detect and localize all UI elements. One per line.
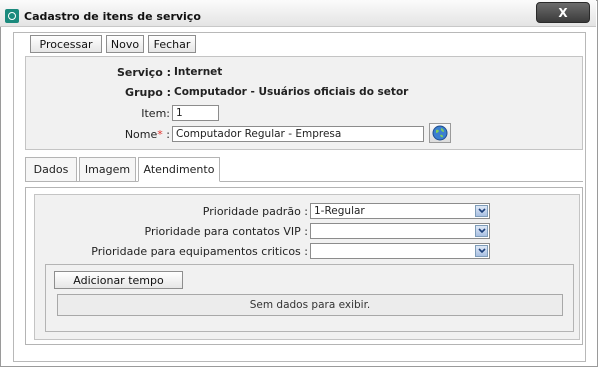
- chevron-down-icon: [475, 225, 488, 237]
- tab-atendimento[interactable]: Atendimento: [138, 157, 220, 182]
- process-button[interactable]: Processar: [30, 35, 102, 53]
- critical-priority-label: Prioridade para equipamentos criticos :: [91, 245, 308, 258]
- chevron-down-icon: [475, 245, 488, 257]
- vip-priority-label: Prioridade para contatos VIP :: [144, 225, 308, 238]
- name-label: Nome: [124, 128, 158, 141]
- service-value: Internet: [174, 66, 223, 78]
- item-label: Item:: [141, 107, 170, 120]
- close-form-button[interactable]: Fechar: [148, 35, 196, 53]
- service-label: Serviço :: [116, 66, 171, 79]
- name-field[interactable]: Computador Regular - Empresa: [172, 126, 424, 142]
- group-label: Grupo :: [125, 86, 171, 99]
- default-priority-label: Prioridade padrão :: [202, 205, 308, 218]
- times-grid-empty: Sem dados para exibir.: [57, 294, 563, 316]
- default-priority-value: 1-Regular: [314, 205, 365, 217]
- group-value: Computador - Usuários oficiais do setor: [174, 86, 409, 98]
- new-button[interactable]: Novo: [106, 35, 144, 53]
- critical-priority-select[interactable]: [310, 243, 490, 259]
- name-colon: :: [166, 128, 170, 141]
- close-button[interactable]: X: [536, 2, 590, 23]
- required-marker: *: [157, 128, 163, 141]
- app-icon: [5, 9, 19, 23]
- default-priority-select[interactable]: 1-Regular: [310, 203, 490, 219]
- add-time-button[interactable]: Adicionar tempo: [54, 271, 183, 289]
- vip-priority-select[interactable]: [310, 223, 490, 239]
- globe-icon: [432, 125, 448, 141]
- chevron-down-icon: [475, 205, 488, 217]
- translate-button[interactable]: [429, 123, 451, 143]
- item-field[interactable]: 1: [172, 105, 219, 121]
- title-bar: Cadastro de itens de serviço X: [0, 0, 596, 27]
- name-label-group: Nome* :: [80, 128, 170, 141]
- tab-imagem[interactable]: Imagem: [79, 157, 136, 182]
- window-title: Cadastro de itens de serviço: [24, 10, 201, 23]
- tab-dados[interactable]: Dados: [25, 157, 77, 182]
